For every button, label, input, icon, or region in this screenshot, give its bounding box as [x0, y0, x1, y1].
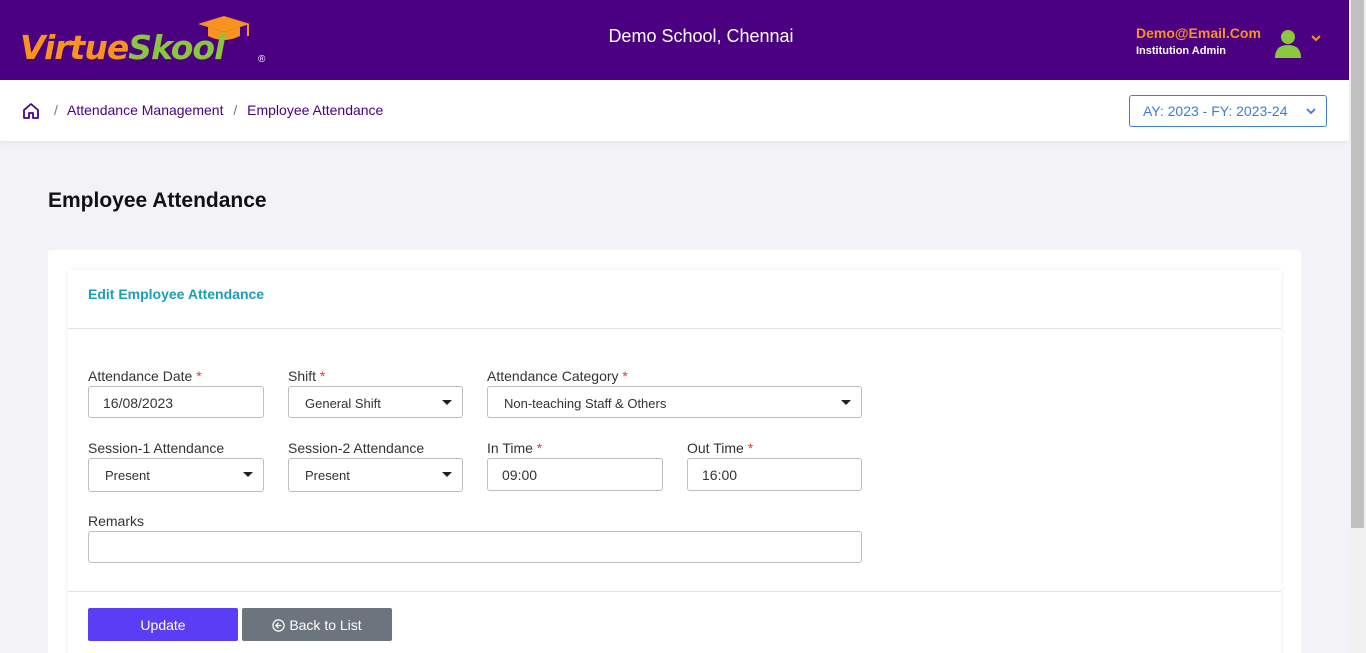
breadcrumb-separator: /	[233, 102, 238, 118]
user-avatar-icon[interactable]	[1274, 28, 1302, 58]
back-to-list-button[interactable]: Back to List	[242, 608, 392, 641]
session2-label: Session-2 Attendance	[288, 440, 425, 456]
arrow-left-circle-icon	[272, 618, 286, 632]
session2-select[interactable]: Present	[288, 458, 463, 492]
breadcrumb-employee-attendance[interactable]: Employee Attendance	[247, 102, 383, 118]
academic-year-select[interactable]: AY: 2023 - FY: 2023-24	[1129, 95, 1327, 127]
registered-mark: ®	[258, 54, 266, 65]
breadcrumb-attendance-management[interactable]: Attendance Management	[67, 102, 223, 118]
caret-down-icon	[442, 400, 452, 405]
session1-select[interactable]: Present	[88, 458, 264, 492]
shift-select[interactable]: General Shift	[288, 386, 463, 418]
virtueskool-logo[interactable]: VirtueSkool ®	[20, 14, 270, 68]
out-time-label: Out Time *	[687, 440, 754, 456]
caret-down-icon	[442, 472, 452, 477]
update-button[interactable]: Update	[88, 608, 238, 641]
shift-label: Shift *	[288, 368, 326, 384]
breadcrumb: / Attendance Management / Employee Atten…	[48, 102, 383, 118]
attendance-date-input[interactable]: 16/08/2023	[88, 386, 264, 418]
attendance-date-label: Attendance Date *	[88, 368, 202, 384]
page-title: Employee Attendance	[48, 189, 267, 212]
caret-down-icon	[841, 400, 851, 405]
user-role: Institution Admin	[1136, 45, 1227, 57]
logo-wordmark: VirtueSkool	[20, 28, 225, 67]
chevron-down-icon	[1306, 108, 1316, 115]
home-icon[interactable]	[22, 102, 40, 120]
form-title: Edit Employee Attendance	[88, 286, 265, 302]
top-header: VirtueSkool ® Demo School, Chennai Demo@…	[0, 0, 1349, 80]
in-time-input[interactable]: 09:00	[487, 458, 663, 491]
vertical-scrollbar[interactable]	[1349, 0, 1366, 653]
chevron-down-icon[interactable]	[1309, 32, 1323, 44]
in-time-label: In Time *	[487, 440, 543, 456]
caret-down-icon	[243, 472, 253, 477]
divider	[68, 328, 1281, 329]
session1-label: Session-1 Attendance	[88, 440, 225, 456]
divider	[68, 591, 1281, 592]
attendance-category-label: Attendance Category *	[487, 368, 628, 384]
out-time-input[interactable]: 16:00	[687, 458, 862, 491]
user-email[interactable]: Demo@Email.Com	[1136, 25, 1261, 41]
academic-year-value: AY: 2023 - FY: 2023-24	[1143, 103, 1288, 119]
remarks-label: Remarks	[88, 513, 145, 529]
school-name: Demo School, Chennai	[608, 26, 794, 46]
scrollbar-thumb[interactable]	[1351, 0, 1364, 528]
back-to-list-label: Back to List	[289, 616, 362, 633]
attendance-category-select[interactable]: Non-teaching Staff & Others	[487, 386, 862, 418]
remarks-input[interactable]	[88, 531, 862, 563]
breadcrumb-separator: /	[54, 102, 58, 118]
